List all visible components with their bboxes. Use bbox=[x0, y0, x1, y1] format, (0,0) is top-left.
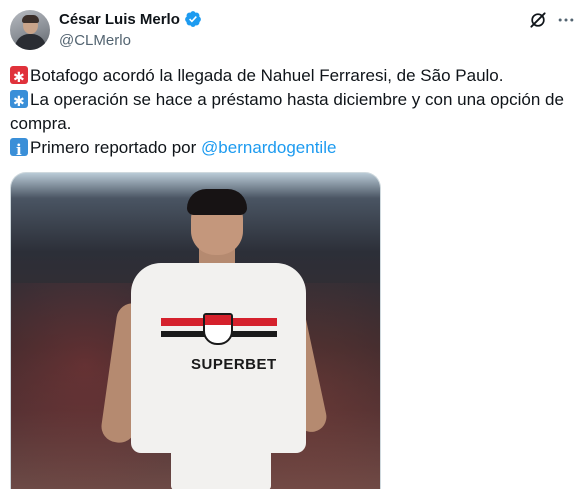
info-emoji-icon bbox=[10, 138, 28, 162]
mention-link[interactable]: @bernardogentile bbox=[201, 138, 336, 157]
author-avatar[interactable] bbox=[10, 10, 50, 50]
photo-player-shorts bbox=[171, 445, 271, 489]
verified-badge-icon[interactable] bbox=[184, 10, 202, 28]
author-display-name[interactable]: César Luis Merlo bbox=[59, 11, 180, 28]
photo-club-crest bbox=[203, 313, 233, 345]
photo-player-hair bbox=[187, 189, 247, 215]
grok-icon[interactable] bbox=[528, 10, 548, 30]
tweet-photo[interactable]: SUPERBET bbox=[10, 172, 381, 489]
more-icon[interactable] bbox=[556, 10, 576, 30]
tweet-line-1-text: Botafogo acordó la llegada de Nahuel Fer… bbox=[30, 66, 504, 85]
tweet-line-2-text: La operación se hace a préstamo hasta di… bbox=[10, 90, 564, 133]
tweet-line-2: La operación se hace a préstamo hasta di… bbox=[10, 88, 575, 136]
tweet-line-1: Botafogo acordó la llegada de Nahuel Fer… bbox=[10, 64, 575, 89]
avatar-body bbox=[15, 34, 46, 50]
siren-emoji-icon bbox=[10, 65, 28, 89]
tweet-line-3-text: Primero reportado por bbox=[30, 138, 202, 157]
tweet-text: Botafogo acordó la llegada de Nahuel Fer… bbox=[10, 64, 575, 162]
avatar-hair bbox=[22, 15, 39, 23]
asterisk-emoji-icon bbox=[10, 89, 28, 113]
photo-jersey-sponsor: SUPERBET bbox=[191, 356, 277, 373]
tweet-line-3: Primero reportado por @bernardogentile bbox=[10, 136, 575, 162]
author-handle[interactable]: @CLMerlo bbox=[59, 32, 131, 49]
author-name-row: César Luis Merlo bbox=[59, 10, 202, 28]
